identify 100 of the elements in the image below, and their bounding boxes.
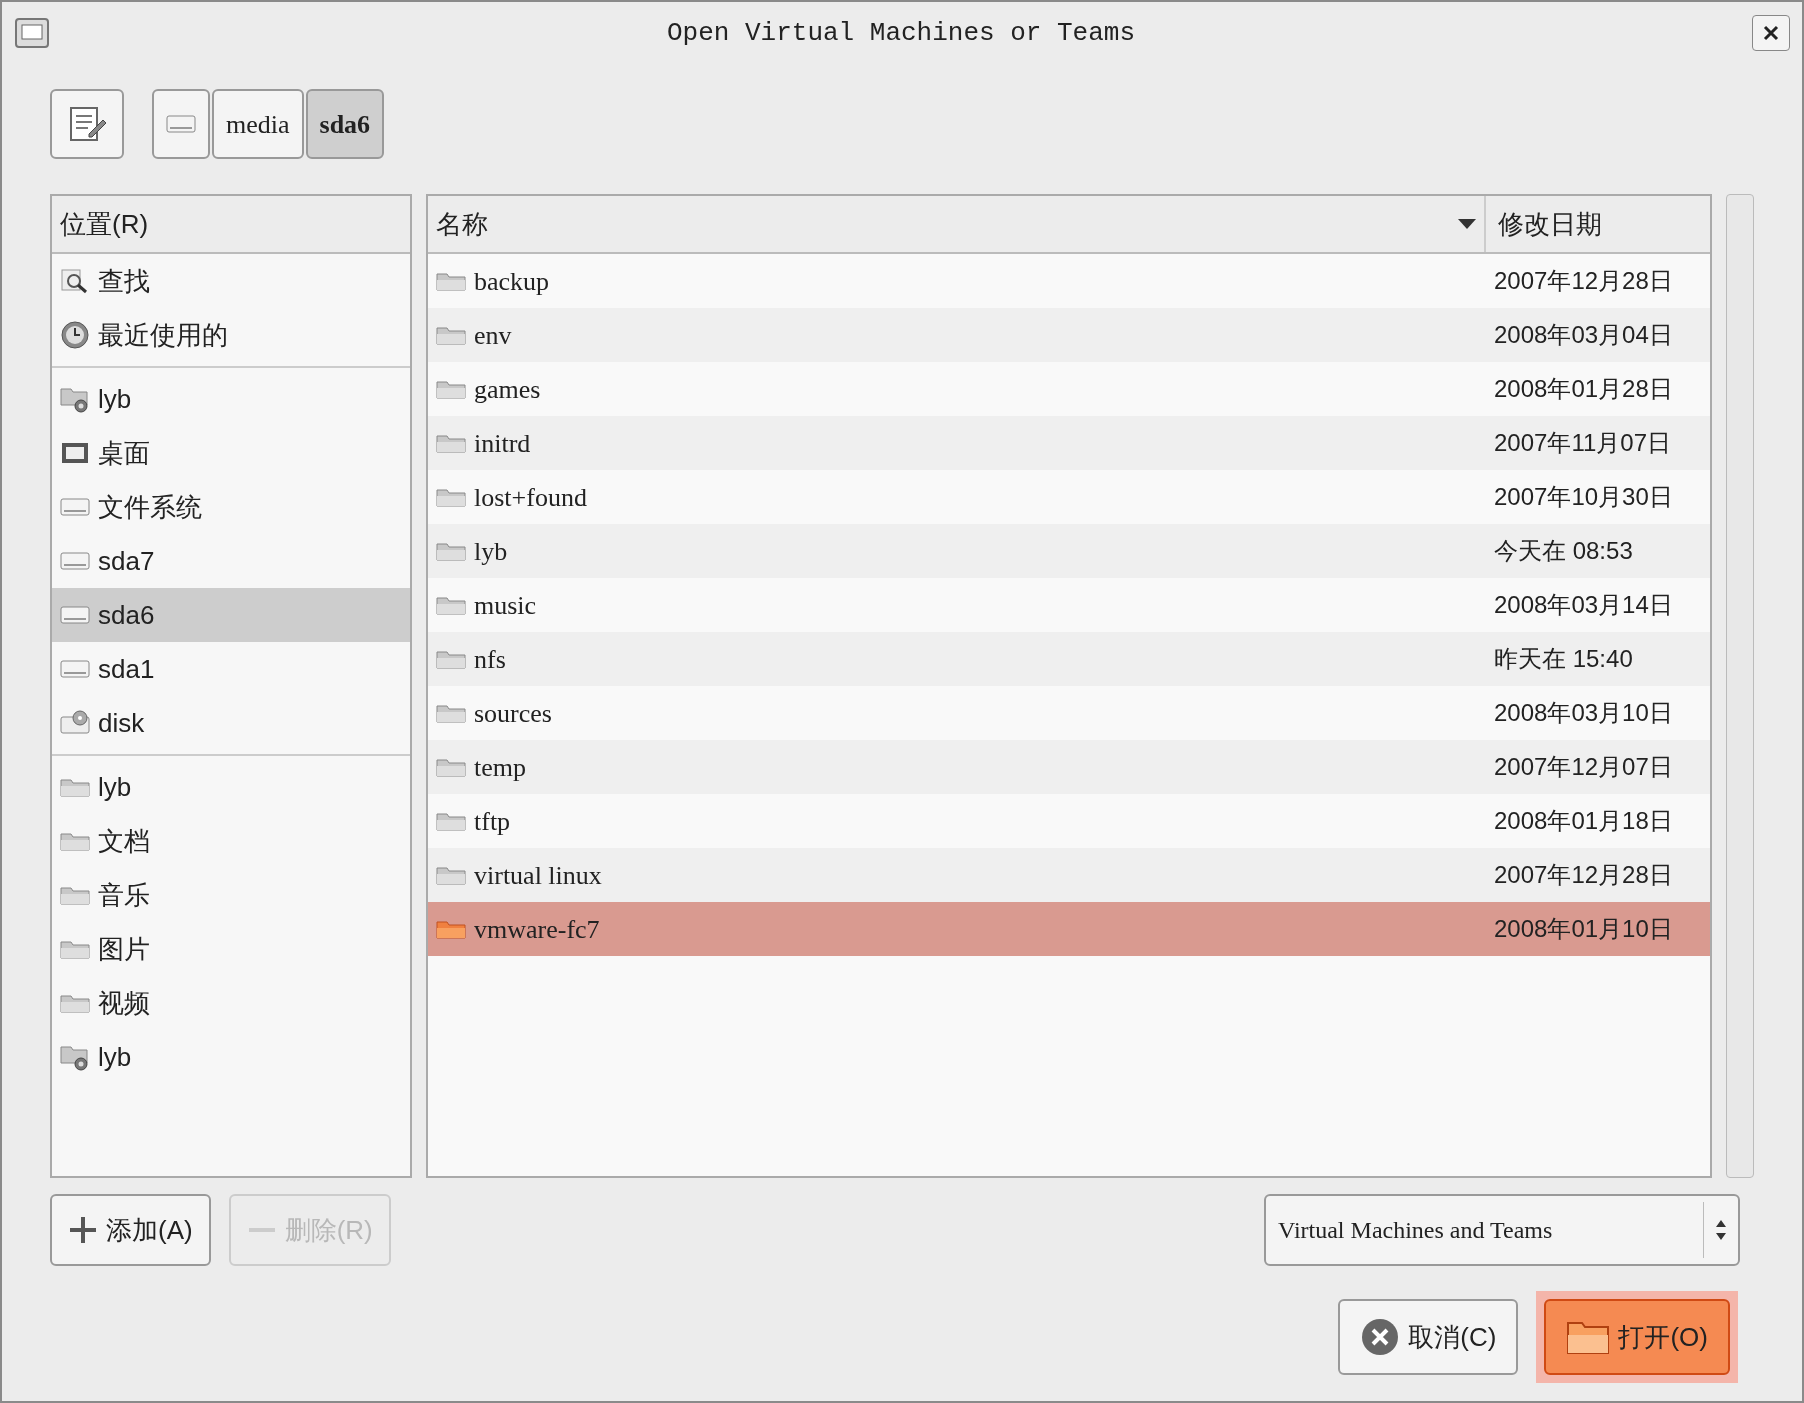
folder-icon <box>436 810 466 832</box>
file-name: env <box>474 319 512 352</box>
file-row[interactable]: env 2008年03月04日 <box>428 308 1710 362</box>
updown-arrows-icon <box>1716 1220 1726 1240</box>
file-name: temp <box>474 751 526 784</box>
sidebar-item[interactable]: 最近使用的 <box>52 308 410 362</box>
folder-icon <box>436 918 466 940</box>
file-date: 2008年03月04日 <box>1493 320 1674 350</box>
sidebar-label: sda6 <box>98 598 155 632</box>
sidebar-label: 桌面 <box>98 436 150 470</box>
path-button[interactable]: media <box>212 89 304 159</box>
sidebar-item[interactable]: sda1 <box>52 642 410 696</box>
file-row[interactable]: lyb 今天在 08:53 <box>428 524 1710 578</box>
file-row[interactable]: temp 2007年12月07日 <box>428 740 1710 794</box>
file-date: 2008年01月28日 <box>1493 374 1674 404</box>
file-date: 2007年10月30日 <box>1493 482 1674 512</box>
path-button[interactable]: sda6 <box>305 89 385 159</box>
file-date: 2008年01月10日 <box>1493 914 1674 944</box>
folder-icon <box>436 432 466 454</box>
sidebar-item[interactable]: 桌面 <box>52 426 410 480</box>
sidebar-label: 查找 <box>98 264 150 298</box>
file-row[interactable]: vmware-fc7 2008年01月10日 <box>428 902 1710 956</box>
add-button[interactable]: 添加(A) <box>50 1194 211 1266</box>
sidebar-item[interactable]: 查找 <box>52 254 410 308</box>
folder-icon <box>60 938 90 960</box>
close-circle-icon <box>1360 1317 1401 1357</box>
sidebar-item[interactable]: lyb <box>52 372 410 426</box>
drive-icon <box>60 604 90 626</box>
drive-icon <box>60 550 90 572</box>
sidebar-item[interactable]: 文件系统 <box>52 480 410 534</box>
cancel-button[interactable]: 取消(C) <box>1338 1299 1519 1375</box>
drive-disc-icon <box>60 710 90 736</box>
folder-home-icon <box>60 1043 90 1071</box>
file-date: 今天在 08:53 <box>1493 536 1634 566</box>
sidebar-label: 文件系统 <box>98 490 202 524</box>
folder-icon <box>436 756 466 778</box>
window-title: Open Virtual Machines or Teams <box>665 16 1137 50</box>
file-date: 2007年12月07日 <box>1493 752 1674 782</box>
sidebar-item[interactable]: disk <box>52 696 410 750</box>
sidebar-item[interactable]: sda6 <box>52 588 410 642</box>
folder-home-icon <box>60 385 90 413</box>
notepad-pencil-icon <box>67 104 107 144</box>
scrollbar[interactable] <box>1726 194 1754 1178</box>
folder-icon <box>436 270 466 292</box>
sidebar-item[interactable]: lyb <box>52 760 410 814</box>
folder-icon <box>436 648 466 670</box>
sort-arrow-icon <box>1458 219 1476 229</box>
sidebar-item[interactable]: 视频 <box>52 976 410 1030</box>
file-name: lyb <box>474 535 508 568</box>
sidebar-label: 文档 <box>98 824 150 858</box>
sidebar-item[interactable]: lyb <box>52 1030 410 1084</box>
file-name: virtual linux <box>474 859 602 892</box>
desktop-icon <box>60 441 90 465</box>
open-button[interactable]: 打开(O) <box>1544 1299 1730 1375</box>
file-date: 2008年03月14日 <box>1493 590 1674 620</box>
sidebar-item[interactable]: 音乐 <box>52 868 410 922</box>
file-date: 2007年12月28日 <box>1493 266 1674 296</box>
file-date: 2008年01月18日 <box>1493 806 1674 836</box>
folder-icon <box>436 486 466 508</box>
close-icon <box>1763 25 1779 41</box>
file-name: games <box>474 373 541 406</box>
drive-icon <box>166 113 196 135</box>
sidebar-label: disk <box>98 706 145 740</box>
sidebar-label: 图片 <box>98 932 150 966</box>
folder-icon <box>436 864 466 886</box>
sidebar-label: sda1 <box>98 652 155 686</box>
filter-dropdown[interactable]: Virtual Machines and Teams <box>1264 1194 1740 1266</box>
file-row[interactable]: initrd 2007年11月07日 <box>428 416 1710 470</box>
drive-icon <box>60 658 90 680</box>
file-name: tftp <box>474 805 511 838</box>
sidebar-item[interactable]: 文档 <box>52 814 410 868</box>
sidebar-item[interactable]: sda7 <box>52 534 410 588</box>
sidebar-label: sda7 <box>98 544 155 578</box>
window-icon <box>14 17 50 49</box>
column-header[interactable]: 修改日期 <box>1486 196 1710 252</box>
folder-icon <box>60 830 90 852</box>
folder-icon <box>436 378 466 400</box>
sidebar-label: 最近使用的 <box>98 318 228 352</box>
file-name: music <box>474 589 537 622</box>
file-row[interactable]: virtual linux 2007年12月28日 <box>428 848 1710 902</box>
column-header[interactable]: 位置(R) <box>52 196 410 254</box>
folder-icon <box>60 884 90 906</box>
column-header[interactable]: 名称 <box>428 196 1486 252</box>
sidebar-item[interactable]: 图片 <box>52 922 410 976</box>
folder-icon <box>436 324 466 346</box>
file-name: vmware-fc7 <box>474 913 600 946</box>
file-date: 2007年12月28日 <box>1493 860 1674 890</box>
minus-icon <box>246 1228 277 1232</box>
file-name: backup <box>474 265 550 298</box>
file-name: initrd <box>474 427 531 460</box>
sidebar-label: lyb <box>98 770 132 804</box>
path-button[interactable] <box>152 89 210 159</box>
file-row[interactable]: nfs 昨天在 15:40 <box>428 632 1710 686</box>
file-date: 2007年11月07日 <box>1493 428 1672 458</box>
edit-location-button[interactable] <box>50 89 124 159</box>
file-date: 昨天在 15:40 <box>1493 644 1634 674</box>
folder-icon <box>60 776 90 798</box>
close-button[interactable] <box>1752 15 1790 51</box>
folder-icon <box>436 540 466 562</box>
sidebar-label: 音乐 <box>98 878 150 912</box>
